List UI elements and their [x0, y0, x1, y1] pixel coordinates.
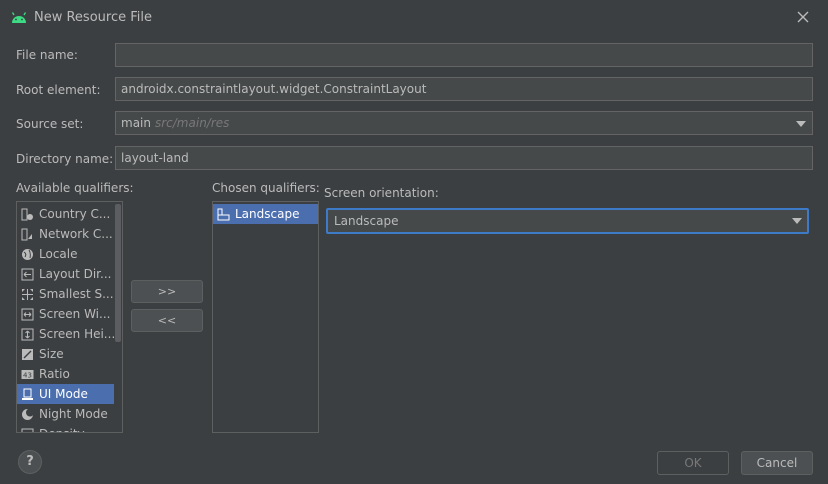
country-code-icon — [21, 208, 34, 221]
screen-orientation-label: Screen orientation: — [324, 186, 439, 200]
chevron-down-icon[interactable] — [796, 121, 806, 127]
list-item[interactable]: Landscape — [213, 204, 318, 224]
size-icon — [21, 348, 34, 361]
file-name-input[interactable] — [121, 44, 807, 66]
android-icon — [11, 12, 27, 23]
ui-mode-icon — [21, 388, 34, 401]
night-mode-icon — [21, 408, 34, 421]
directory-name-value: layout-land — [121, 151, 189, 165]
root-element-label: Root element: — [16, 83, 101, 97]
scrollbar-thumb[interactable] — [115, 204, 121, 342]
list-item-label: Screen Wi... — [39, 307, 111, 321]
source-set-combo[interactable]: main src/main/res — [115, 111, 813, 135]
available-qualifiers-label: Available qualifiers: — [16, 181, 134, 195]
list-item[interactable]: Smallest S... — [17, 284, 122, 304]
chevron-down-icon[interactable] — [792, 218, 802, 224]
source-set-hint: src/main/res — [154, 116, 230, 130]
cancel-button[interactable]: Cancel — [741, 451, 813, 475]
layout-direction-icon — [21, 268, 34, 281]
list-item-label: Layout Dir... — [39, 267, 112, 281]
chosen-qualifiers-list[interactable]: Landscape — [212, 201, 319, 433]
close-icon[interactable] — [796, 10, 810, 24]
list-item-label: Country C... — [39, 207, 111, 221]
source-set-value: main — [121, 116, 151, 130]
source-set-label: Source set: — [16, 117, 84, 131]
globe-icon — [21, 248, 34, 261]
file-name-field[interactable] — [115, 43, 813, 67]
list-item[interactable]: Screen Wi... — [17, 304, 122, 324]
directory-name-field[interactable]: layout-land — [115, 146, 813, 170]
list-item-label: Smallest S... — [39, 287, 114, 301]
screen-orientation-value: Landscape — [334, 214, 399, 228]
list-item-label: Screen Hei... — [39, 327, 116, 341]
root-element-value: androidx.constraintlayout.widget.Constra… — [121, 82, 427, 96]
available-qualifiers-list[interactable]: Country C... Network C... Locale Layout Dir… — [16, 201, 123, 433]
file-name-label: File name: — [16, 48, 78, 62]
list-item[interactable]: Locale — [17, 244, 122, 264]
list-item-label: UI Mode — [39, 387, 88, 401]
screen-orientation-combo[interactable]: Landscape — [326, 208, 809, 234]
root-element-field[interactable]: androidx.constraintlayout.widget.Constra… — [115, 77, 813, 101]
list-item[interactable]: Screen Hei... — [17, 324, 122, 344]
list-item[interactable]: Layout Dir... — [17, 264, 122, 284]
smallest-screen-icon — [21, 288, 34, 301]
list-item[interactable]: Size — [17, 344, 122, 364]
list-item-label: Network C... — [39, 227, 113, 241]
landscape-icon — [217, 208, 230, 221]
list-item-label: Locale — [39, 247, 78, 261]
add-qualifier-button[interactable]: >> — [131, 280, 203, 303]
list-item-label: Night Mode — [39, 407, 108, 421]
list-item-label: Landscape — [235, 207, 300, 221]
ok-button[interactable]: OK — [657, 451, 729, 475]
list-item[interactable]: UI Mode — [17, 384, 122, 404]
list-item[interactable]: 43 Ratio — [17, 364, 122, 384]
scrollbar-track[interactable] — [114, 202, 122, 432]
list-item[interactable]: Night Mode — [17, 404, 122, 424]
list-item[interactable]: Network C... — [17, 224, 122, 244]
network-code-icon — [21, 228, 34, 241]
screen-width-icon — [21, 308, 34, 321]
density-icon — [21, 428, 34, 432]
ratio-icon: 43 — [21, 368, 34, 381]
list-item[interactable]: Country C... — [17, 204, 122, 224]
list-item-label: Ratio — [39, 367, 70, 381]
window-title: New Resource File — [34, 10, 152, 25]
list-item-label: Density — [39, 424, 85, 432]
help-button[interactable]: ? — [18, 450, 42, 474]
screen-height-icon — [21, 328, 34, 341]
list-item[interactable]: Density — [17, 424, 122, 432]
svg-text:43: 43 — [23, 371, 32, 379]
list-item-label: Size — [39, 347, 64, 361]
remove-qualifier-button[interactable]: << — [131, 309, 203, 332]
chosen-qualifiers-label: Chosen qualifiers: — [212, 181, 320, 195]
directory-name-label: Directory name: — [16, 152, 114, 166]
